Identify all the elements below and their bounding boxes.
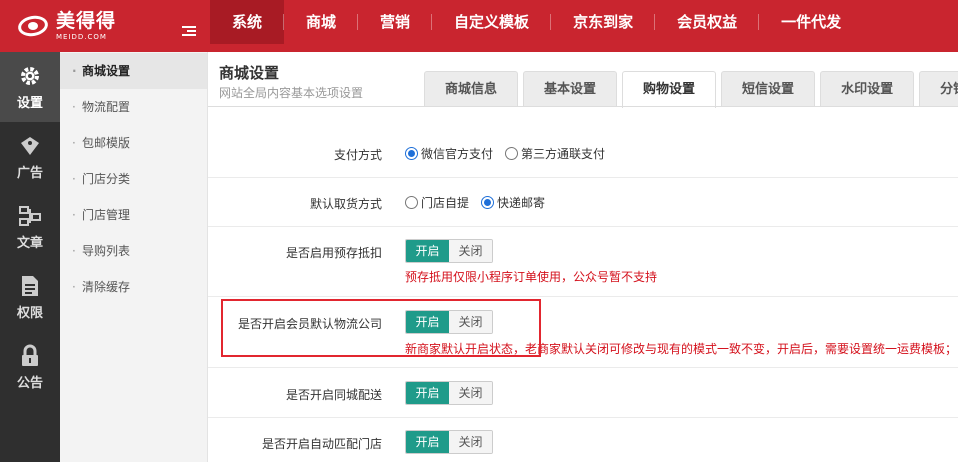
city-delivery-toggle[interactable]: 开启 关闭	[405, 381, 493, 405]
toggle-off[interactable]: 关闭	[449, 382, 492, 404]
toggle-on[interactable]: 开启	[406, 382, 449, 404]
auto-store-label: 是否开启自动匹配门店	[261, 437, 382, 451]
submenu-clear-cache[interactable]: 清除缓存	[60, 269, 207, 305]
iconbar-ads[interactable]: 广告	[0, 122, 60, 192]
radio-third-party-pay[interactable]: 第三方通联支付	[505, 145, 605, 162]
tab-sms-settings[interactable]: 短信设置	[721, 71, 816, 106]
iconbar-articles[interactable]: 文章	[0, 192, 60, 262]
iconbar-permissions-label: 权限	[16, 305, 43, 321]
main-content: 商城设置 网站全局内容基本选项设置 商城信息 基本设置 购物设置 短信设置 水印…	[208, 52, 958, 462]
tabs-divider	[208, 106, 958, 107]
submenu-guide-list[interactable]: 导购列表	[60, 233, 207, 269]
submenu-free-shipping[interactable]: 包邮模版	[60, 125, 207, 161]
iconbar-permissions[interactable]: 权限	[0, 262, 60, 332]
topnav-custom-template[interactable]: 自定义模板	[432, 0, 552, 44]
radio-checked-icon	[405, 147, 418, 160]
toggle-off[interactable]: 关闭	[449, 431, 492, 453]
lock-icon	[18, 344, 42, 368]
topnav-dropship[interactable]: 一件代发	[759, 0, 863, 44]
radio-store-pickup[interactable]: 门店自提	[405, 194, 469, 211]
radio-unchecked-icon	[405, 196, 418, 209]
logo[interactable]: 美得得 MEIDD.COM	[0, 0, 175, 52]
submenu-mall-settings[interactable]: 商城设置	[60, 53, 207, 89]
topnav-system[interactable]: 系统	[210, 0, 285, 44]
brand-sub: MEIDD.COM	[56, 32, 107, 41]
row-prepay: 是否启用预存抵扣 开启 关闭 预存抵用仅限小程序订单使用，公众号暂不支持	[208, 227, 958, 297]
radio-express[interactable]: 快递邮寄	[481, 194, 545, 211]
row-pickup: 默认取货方式 门店自提 快递邮寄	[208, 178, 958, 227]
tag-icon	[18, 134, 42, 158]
city-delivery-label: 是否开启同城配送	[285, 388, 382, 402]
tab-basic-settings[interactable]: 基本设置	[523, 71, 618, 106]
top-nav: 系统 商城 营销 自定义模板 京东到家 会员权益 一件代发	[210, 0, 863, 52]
brand-name: 美得得	[56, 9, 117, 32]
payment-label: 支付方式	[333, 148, 382, 162]
topnav-member-rights[interactable]: 会员权益	[655, 0, 760, 44]
sitemap-icon	[18, 204, 42, 228]
tab-mall-info[interactable]: 商城信息	[424, 71, 519, 106]
settings-tabs: 商城信息 基本设置 购物设置 短信设置 水印设置 分销	[424, 71, 958, 108]
topnav-jd-daojia[interactable]: 京东到家	[551, 0, 656, 44]
iconbar-settings[interactable]: 设置	[0, 52, 60, 122]
iconbar-articles-label: 文章	[16, 235, 43, 251]
iconbar-ads-label: 广告	[16, 165, 43, 181]
row-city-delivery: 是否开启同城配送 开启 关闭	[208, 368, 958, 418]
radio-wechat-pay[interactable]: 微信官方支付	[405, 145, 493, 162]
prepay-label: 是否启用预存抵扣	[285, 246, 382, 260]
topnav-mall[interactable]: 商城	[284, 0, 359, 44]
document-icon	[18, 274, 42, 298]
tab-shopping-settings[interactable]: 购物设置	[622, 71, 717, 108]
menu-toggle-icon[interactable]	[182, 26, 196, 36]
toggle-on[interactable]: 开启	[406, 431, 449, 453]
iconbar-announcements[interactable]: 公告	[0, 332, 60, 402]
prepay-hint: 预存抵用仅限小程序订单使用，公众号暂不支持	[405, 270, 658, 284]
icon-sidebar: 设置 广告 文章 权限 公告	[0, 52, 60, 462]
top-bar: 美得得 MEIDD.COM 系统 商城 营销 自定义模板 京东到家 会员权益 一…	[0, 0, 958, 52]
tab-watermark-settings[interactable]: 水印设置	[820, 71, 915, 106]
submenu-store-category[interactable]: 门店分类	[60, 161, 207, 197]
auto-store-toggle[interactable]: 开启 关闭	[405, 430, 493, 454]
page-title: 商城设置	[219, 64, 280, 82]
logo-icon	[16, 11, 50, 41]
row-auto-store: 是否开启自动匹配门店 开启 关闭	[208, 418, 958, 462]
toggle-off[interactable]: 关闭	[449, 240, 492, 262]
highlight-annotation-box	[221, 299, 541, 357]
gear-icon	[18, 64, 42, 88]
pickup-label: 默认取货方式	[309, 197, 382, 211]
topnav-marketing[interactable]: 营销	[358, 0, 433, 44]
tab-distribution[interactable]: 分销	[919, 71, 958, 106]
toggle-on[interactable]: 开启	[406, 240, 449, 262]
settings-submenu: 商城设置 物流配置 包邮模版 门店分类 门店管理 导购列表 清除缓存	[60, 52, 208, 462]
submenu-logistics[interactable]: 物流配置	[60, 89, 207, 125]
iconbar-settings-label: 设置	[16, 95, 43, 111]
iconbar-announcements-label: 公告	[16, 375, 43, 391]
submenu-store-management[interactable]: 门店管理	[60, 197, 207, 233]
radio-unchecked-icon	[505, 147, 519, 160]
radio-checked-icon	[481, 196, 495, 209]
row-payment: 支付方式 微信官方支付 第三方通联支付	[208, 128, 958, 178]
prepay-toggle[interactable]: 开启 关闭	[405, 239, 493, 263]
page-subtitle: 网站全局内容基本选项设置	[219, 86, 364, 100]
